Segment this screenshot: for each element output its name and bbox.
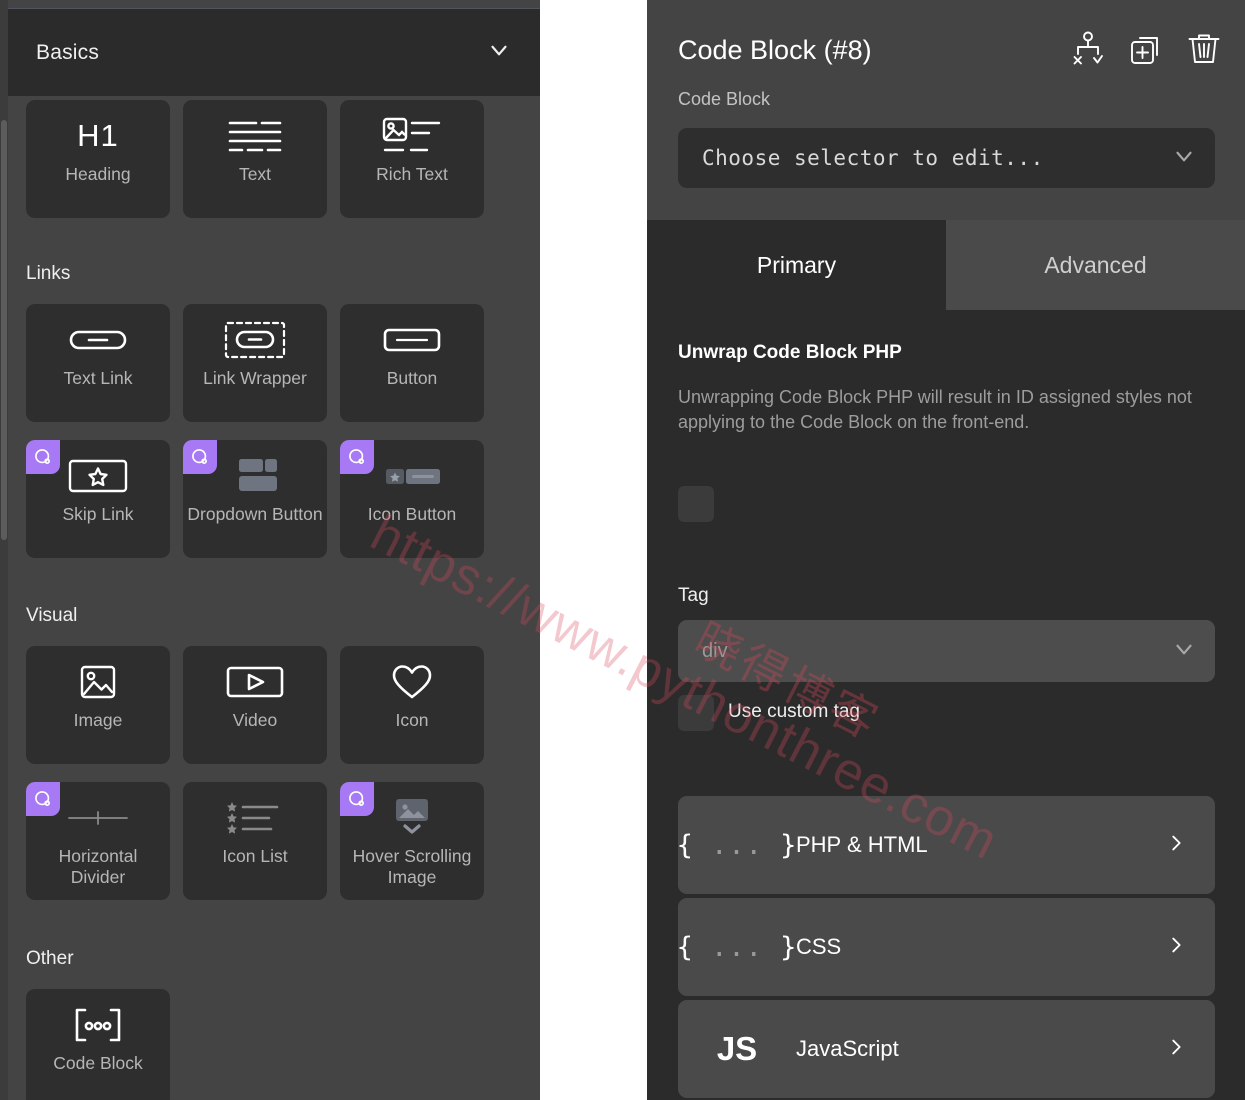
unwrap-field-description: Unwrapping Code Block PHP will result in… (678, 387, 1192, 432)
use-custom-tag-checkbox[interactable] (678, 695, 714, 731)
tile-label: Video (232, 710, 278, 730)
element-tile-hover-scrolling-image[interactable]: Hover Scrolling Image (340, 782, 484, 900)
panel-gap (540, 0, 647, 1100)
chevron-down-icon (1171, 636, 1197, 667)
element-settings-panel: Code Block (#8) Code Block Choose select… (647, 0, 1245, 1100)
heart-icon (340, 654, 484, 710)
chevron-down-icon (1171, 143, 1197, 174)
element-tile-skip-link[interactable]: Skip Link (26, 440, 170, 558)
code-section-css[interactable]: { ... } CSS (676, 898, 1215, 996)
element-tile-link-wrapper[interactable]: Link Wrapper (183, 304, 327, 422)
tile-label: Image (73, 710, 123, 730)
tile-label: Hover Scrolling Image (352, 846, 472, 888)
h1-icon: H1 (77, 118, 119, 153)
text-lines-icon (183, 108, 327, 164)
element-tile-video[interactable]: Video (183, 646, 327, 764)
chevron-right-icon (1165, 934, 1187, 961)
tab-advanced[interactable]: Advanced (946, 220, 1245, 310)
element-tile-text-link[interactable]: Text Link (26, 304, 170, 422)
unwrap-checkbox[interactable] (678, 486, 714, 522)
element-tile-icon[interactable]: Icon (340, 646, 484, 764)
bricks-q-icon (340, 782, 374, 816)
tile-label: Icon (395, 710, 429, 730)
element-tile-icon-list[interactable]: Icon List (183, 782, 327, 900)
code-section-javascript[interactable]: JS JavaScript (678, 1000, 1215, 1098)
element-tile-button[interactable]: Button (340, 304, 484, 422)
tile-label: Heading (65, 164, 131, 184)
chevron-down-icon (486, 37, 512, 68)
js-icon: JS (716, 1030, 758, 1067)
tile-label: Text Link (63, 368, 133, 388)
code-section-php-html[interactable]: { ... } PHP & HTML (676, 796, 1215, 894)
element-tile-rich-text[interactable]: Rich Text (340, 100, 484, 218)
page-title: Code Block (#8) (678, 35, 872, 65)
tile-label: Code Block (53, 1053, 143, 1073)
section-header-basics[interactable]: Basics (8, 8, 540, 96)
group-label-links: Links (26, 263, 71, 284)
tile-label: Dropdown Button (187, 504, 323, 524)
elements-panel: Basics H1 Heading Text Rich Text Links T… (0, 0, 540, 1100)
icon-list-icon (183, 790, 327, 846)
tile-label: Skip Link (62, 504, 134, 524)
chevron-right-icon (1165, 1036, 1187, 1063)
tile-label: Text (238, 164, 272, 184)
code-section-label: JavaScript (796, 1036, 899, 1061)
unwrap-field-title: Unwrap Code Block PHP (678, 342, 902, 363)
video-play-icon (183, 654, 327, 710)
panel-scrollbar[interactable] (0, 0, 8, 1100)
bricks-q-icon (340, 440, 374, 474)
trash-icon[interactable] (1186, 30, 1222, 71)
element-tile-horizontal-divider[interactable]: Horizontal Divider (26, 782, 170, 900)
link-wrapper-icon (183, 312, 327, 368)
structure-apply-icon[interactable] (1070, 30, 1106, 71)
tile-label: Button (386, 368, 438, 388)
element-tile-icon-button[interactable]: Icon Button (340, 440, 484, 558)
chevron-right-icon (1165, 832, 1187, 859)
settings-body: Unwrap Code Block PHP Unwrapping Code Bl… (647, 310, 1245, 1100)
settings-tabs: Primary Advanced (647, 220, 1245, 310)
image-icon (26, 654, 170, 710)
code-section-label: CSS (796, 934, 842, 959)
group-label-visual: Visual (26, 605, 78, 626)
bricks-q-icon (26, 440, 60, 474)
tag-dropdown[interactable]: div (678, 620, 1215, 682)
link-chain-icon (26, 312, 170, 368)
button-rect-icon (340, 312, 484, 368)
tile-label: Rich Text (376, 164, 448, 184)
group-label-other: Other (26, 948, 74, 969)
rich-text-icon (340, 108, 484, 164)
tile-label: Horizontal Divider (58, 846, 138, 888)
tag-value: div (702, 639, 728, 662)
element-tile-heading[interactable]: H1 Heading (26, 100, 170, 218)
braces-icon: { ... } (676, 931, 798, 963)
header-actions (1070, 30, 1222, 71)
element-tile-code-block[interactable]: Code Block (26, 989, 170, 1100)
section-title: Basics (36, 40, 100, 64)
tile-label: Link Wrapper (203, 368, 307, 388)
tag-label: Tag (678, 585, 709, 606)
code-section-label: PHP & HTML (796, 832, 928, 857)
element-tile-dropdown-button[interactable]: Dropdown Button (183, 440, 327, 558)
element-tile-image[interactable]: Image (26, 646, 170, 764)
braces-icon: { ... } (676, 829, 798, 861)
tile-label: Icon List (222, 846, 288, 866)
tile-label: Icon Button (367, 504, 457, 524)
element-tile-text[interactable]: Text (183, 100, 327, 218)
code-block-icon (26, 997, 170, 1053)
selector-value: Choose selector to edit... (702, 146, 1044, 170)
bricks-q-icon (183, 440, 217, 474)
tab-primary[interactable]: Primary (647, 220, 946, 310)
selector-dropdown[interactable]: Choose selector to edit... (678, 128, 1215, 188)
use-custom-tag-label: Use custom tag (728, 701, 860, 722)
scrollbar-thumb[interactable] (1, 120, 7, 540)
app-root: Basics H1 Heading Text Rich Text Links T… (0, 0, 1245, 1100)
element-subtitle: Code Block (678, 89, 771, 109)
bricks-q-icon (26, 782, 60, 816)
duplicate-add-icon[interactable] (1128, 30, 1164, 71)
